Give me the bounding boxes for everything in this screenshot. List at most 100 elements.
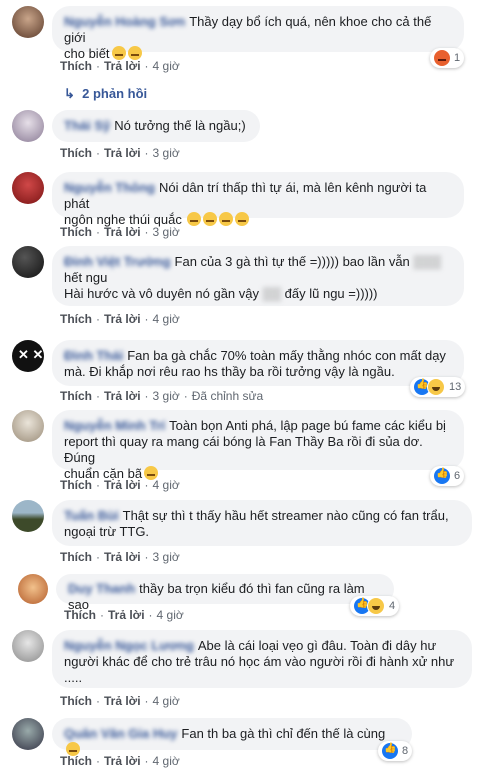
commenter-name[interactable]: Đình Thái [64,348,123,363]
like-link[interactable]: Thích [60,754,92,768]
comment-actions: Thích · Trả lời · 4 giờ [60,754,180,768]
avatar[interactable] [12,410,44,442]
like-link[interactable]: Thích [60,146,92,160]
comment-actions: Thích · Trả lời · 3 giờ · Đã chỉnh sửa [60,389,264,403]
reply-link[interactable]: Trả lời [104,225,141,239]
avatar[interactable] [12,172,44,204]
comment-text: report thì quay ra mang cái bóng là Fan … [64,434,423,465]
like-link[interactable]: Thích [60,59,92,73]
reply-link[interactable]: Trả lời [104,694,141,708]
timestamp[interactable]: 3 giờ [153,146,180,160]
comment-text: Fan của 3 gà thì tự thế =))))) bao lần v… [174,254,410,269]
comment-text: đấy lũ ngu =))))) [284,286,378,301]
comment-actions: Thích · Trả lời · 4 giờ [60,312,180,326]
comment-text: mà. Đi khắp nơi rêu rao hs thầy ba rồi t… [64,364,395,379]
commenter-name[interactable]: Quân Văn Gia Huy [64,726,177,741]
reply-link[interactable]: Trả lời [104,59,141,73]
commenter-name[interactable]: Duy Thanh [68,581,135,596]
timestamp[interactable]: 4 giờ [153,478,180,492]
comment-text: người khác để cho trẻ trâu nó học ám vào… [64,654,455,669]
comment-bubble: Duy Thanh thầy ba trọn kiểu đó thì fan cũ… [56,574,394,612]
commenter-name[interactable]: Nguyễn Minh Trí [64,418,165,433]
comment-actions: Thích · Trả lời · 3 giờ [60,225,180,239]
timestamp[interactable]: 4 giờ [153,754,180,768]
avatar[interactable] [18,574,48,604]
avatar[interactable] [12,500,44,532]
angry-reaction-icon [434,50,450,66]
reply-link[interactable]: Trả lời [104,550,141,564]
comment-text: ngoại trừ TTG. [64,524,150,539]
commenter-name[interactable]: Nguyễn Ngọc Lương [64,638,194,653]
reaction-count[interactable]: 1 [430,48,465,68]
comment-text: Thật sự thì t thấy hầu hết streamer nào … [122,508,449,523]
like-link[interactable]: Thích [60,389,92,403]
comment-actions: Thích · Trả lời · 4 giờ [60,694,180,708]
reaction-count[interactable]: 4 [350,596,400,616]
laugh-emoji-icon [111,46,126,60]
avatar[interactable]: ✕ ✕ [12,340,44,372]
x-face-icon: ✕ ✕ [18,347,44,362]
comment-bubble: Đinh Việt Trường Fan của 3 gà thì tự thế … [52,246,464,306]
like-link[interactable]: Thích [60,550,92,564]
avatar[interactable] [12,6,44,38]
haha-reaction-icon [427,378,445,396]
comment-actions: Thích · Trả lời · 3 giờ [60,146,180,160]
avatar[interactable] [12,110,44,142]
neutral-emoji-icon [187,212,202,226]
like-link[interactable]: Thích [60,694,92,708]
comment-bubble: Tuấn Bùi Thật sự thì t thấy hầu hết strea… [52,500,472,546]
reply-link[interactable]: Trả lời [108,608,145,622]
commenter-name[interactable]: Đinh Việt Trường [64,254,171,269]
comment-text: Fan ba gà chắc 70% toàn mấy thằng nhóc c… [127,348,446,363]
like-reaction-icon [434,468,450,484]
neutral-emoji-icon [219,212,234,226]
edited-label[interactable]: Đã chỉnh sửa [192,389,263,403]
comment-bubble: Nguyễn Minh Trí Toàn bọn Anti phá, lập pa… [52,410,464,481]
comment-bubble: Thái Sỹ Nó tưởng thế là ngầu;) [52,110,260,142]
comment-bubble: Nguyễn Hoàng Sơn Thầy dạy bổ ích quá, nên… [52,6,464,61]
comment-actions: Thích · Trả lời · 4 giờ [60,59,180,73]
reaction-count[interactable]: 6 [430,466,465,486]
view-replies[interactable]: ↳ 2 phản hồi [64,86,147,102]
comment-text: Fan th ba gà thì chỉ đến thế là cùng [181,726,386,741]
like-link[interactable]: Thích [60,478,92,492]
like-link[interactable]: Thích [60,312,92,326]
comment-text: Toàn bọn Anti phá, lập page bú fame các … [169,418,446,433]
reaction-count[interactable]: 8 [378,741,413,761]
reply-arrow-icon: ↳ [64,86,75,101]
comment-actions: Thích · Trả lời · 4 giờ [60,478,180,492]
comment-actions: Thích · Trả lời · 4 giờ [64,608,184,622]
comment-text: Abe là cái loại vẹo gì đâu. Toàn đi dây … [197,638,437,653]
comment-text: Nó tưởng thế là ngầu;) [114,118,246,133]
comment-bubble: Quân Văn Gia Huy Fan th ba gà thì chỉ đến… [52,718,412,756]
reply-link[interactable]: Trả lời [104,312,141,326]
avatar[interactable] [12,246,44,278]
reply-link[interactable]: Trả lời [104,754,141,768]
reply-link[interactable]: Trả lời [104,146,141,160]
timestamp[interactable]: 4 giờ [157,608,184,622]
commenter-name[interactable]: Nguyễn Thông [64,180,155,195]
avatar[interactable] [12,630,44,662]
timestamp[interactable]: 4 giờ [153,694,180,708]
like-link[interactable]: Thích [60,225,92,239]
reply-link[interactable]: Trả lời [104,389,141,403]
timestamp[interactable]: 3 giờ [153,389,180,403]
like-reaction-icon [382,743,398,759]
reply-link[interactable]: Trả lời [104,478,141,492]
commenter-name[interactable]: Tuấn Bùi [64,508,119,523]
timestamp[interactable]: 3 giờ [153,225,180,239]
comment-text: hết ngu [64,270,108,285]
timestamp[interactable]: 3 giờ [153,550,180,564]
avatar[interactable] [12,718,44,750]
reaction-count[interactable]: 13 [410,377,466,397]
neutral-emoji-icon [235,212,250,226]
laugh-emoji-icon [127,46,142,60]
comment-bubble: Đình Thái Fan ba gà chắc 70% toàn mấy thằ… [52,340,464,386]
comment-bubble: Nguyễn Ngọc Lương Abe là cái loại vẹo gì … [52,630,472,688]
comment-actions: Thích · Trả lời · 3 giờ [60,550,180,564]
timestamp[interactable]: 4 giờ [153,59,180,73]
like-link[interactable]: Thích [64,608,96,622]
commenter-name[interactable]: Nguyễn Hoàng Sơn [64,14,185,29]
timestamp[interactable]: 4 giờ [153,312,180,326]
commenter-name[interactable]: Thái Sỹ [64,118,110,133]
